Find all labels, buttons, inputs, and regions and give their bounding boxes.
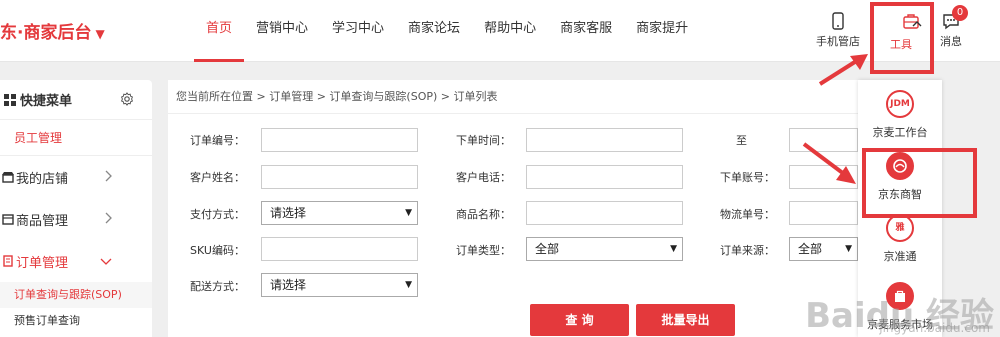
product-icon	[2, 214, 14, 225]
product-name-input[interactable]	[526, 201, 683, 225]
gear-icon[interactable]	[120, 92, 134, 106]
message-count-badge: 0	[952, 5, 968, 21]
delivery-select[interactable]: 请选择	[261, 273, 418, 297]
dropdown-item-label: 京麦工作台	[872, 126, 928, 139]
product-name-label: 商品名称：	[456, 208, 511, 221]
sidebar-subitem-presale-query[interactable]: 预售订单查询	[0, 308, 152, 334]
order-type-select[interactable]: 全部	[526, 237, 683, 261]
order-no-label: 订单编号：	[190, 134, 245, 147]
query-button[interactable]: 查 询	[530, 304, 629, 336]
order-source-select[interactable]: 全部	[789, 237, 858, 261]
chevron-right-icon	[105, 170, 112, 182]
red-arrow-to-tools	[818, 54, 868, 86]
logistics-no-input[interactable]	[789, 201, 858, 225]
customer-name-input[interactable]	[261, 165, 418, 189]
dropdown-item-jingzhuntong[interactable]: 雅 京准通	[858, 214, 942, 264]
staff-management-link[interactable]: 员工管理	[0, 120, 152, 156]
sku-label: SKU编码：	[190, 244, 245, 257]
sidebar-item-label: 订单管理	[16, 255, 69, 271]
customer-name-label: 客户姓名：	[190, 171, 245, 184]
chevron-right-icon	[105, 212, 112, 224]
delivery-label: 配送方式：	[190, 280, 245, 293]
pay-method-label: 支付方式：	[190, 208, 245, 221]
quick-menu-header: 快捷菜单	[0, 80, 152, 120]
sidebar-item-orders[interactable]: 订单管理	[0, 240, 152, 282]
nav-improve[interactable]: 商家提升	[624, 0, 700, 62]
pay-method-select[interactable]: 请选择	[261, 201, 418, 225]
nav-forum[interactable]: 商家论坛	[396, 0, 472, 62]
breadcrumb: 您当前所在位置 > 订单管理 > 订单查询与跟踪(SOP) > 订单列表	[168, 80, 858, 114]
order-no-input[interactable]	[261, 128, 418, 152]
order-account-label: 下单账号：	[720, 171, 775, 184]
order-icon	[3, 255, 13, 267]
order-type-label: 订单类型：	[456, 244, 511, 257]
customer-phone-input[interactable]	[526, 165, 683, 189]
sidebar-item-products[interactable]: 商品管理	[0, 198, 152, 240]
mobile-store-label: 手机管店	[816, 35, 860, 48]
nav-help[interactable]: 帮助中心	[472, 0, 548, 62]
main-panel: 您当前所在位置 > 订单管理 > 订单查询与跟踪(SOP) > 订单列表 订单编…	[168, 80, 858, 337]
sidebar-subitem-order-query[interactable]: 订单查询与跟踪(SOP)	[0, 282, 152, 308]
chevron-down-icon	[100, 258, 112, 265]
order-time-label: 下单时间：	[456, 134, 511, 147]
grid-icon	[4, 93, 16, 106]
sidebar: 快捷菜单 员工管理 我的店铺 商品管理 订单管理 订单查询与跟踪(SOP) 预售…	[0, 80, 152, 337]
nav-service[interactable]: 商家客服	[548, 0, 624, 62]
shangzhi-highlight-box	[862, 148, 977, 218]
main-nav: 首页 营销中心 学习中心 商家论坛 帮助中心 商家客服 商家提升	[194, 0, 700, 62]
logistics-no-label: 物流单号：	[720, 208, 775, 221]
order-time-start-input[interactable]	[526, 128, 683, 152]
chevron-down-icon: ▼	[95, 27, 105, 41]
sku-input[interactable]	[261, 237, 418, 261]
brand-title: 东·商家后台	[0, 23, 92, 43]
sidebar-item-label: 商品管理	[16, 213, 69, 229]
dropdown-item-service-market[interactable]: 京麦服务市场	[858, 282, 942, 332]
order-source-label: 订单来源：	[720, 244, 775, 257]
nav-learning[interactable]: 学习中心	[320, 0, 396, 62]
jingzhuntong-icon: 雅	[886, 214, 914, 242]
brand-logo[interactable]: 东·商家后台 ▼	[0, 18, 105, 43]
jdm-icon: JDM	[886, 90, 914, 118]
customer-phone-label: 客户电话：	[456, 171, 511, 184]
batch-export-button[interactable]: 批量导出	[636, 304, 735, 336]
messages-button[interactable]: 0 消息	[936, 0, 968, 62]
nav-home[interactable]: 首页	[194, 0, 245, 62]
nav-marketing[interactable]: 营销中心	[244, 0, 320, 62]
dropdown-item-label: 京准通	[883, 250, 917, 263]
dropdown-item-jdm-workbench[interactable]: JDM 京麦工作台	[858, 90, 942, 140]
messages-label: 消息	[940, 35, 962, 48]
sidebar-item-label: 我的店铺	[16, 171, 69, 187]
phone-icon	[832, 12, 844, 30]
sidebar-item-my-store[interactable]: 我的店铺	[0, 156, 152, 198]
store-icon	[2, 172, 14, 183]
dropdown-item-label: 京麦服务市场	[867, 318, 933, 331]
quick-menu-title: 快捷菜单	[20, 94, 73, 109]
shopping-bag-icon	[886, 282, 914, 310]
to-label: 至	[736, 134, 747, 147]
red-arrow-to-shangzhi	[802, 142, 856, 184]
tools-highlight-box	[870, 2, 934, 74]
